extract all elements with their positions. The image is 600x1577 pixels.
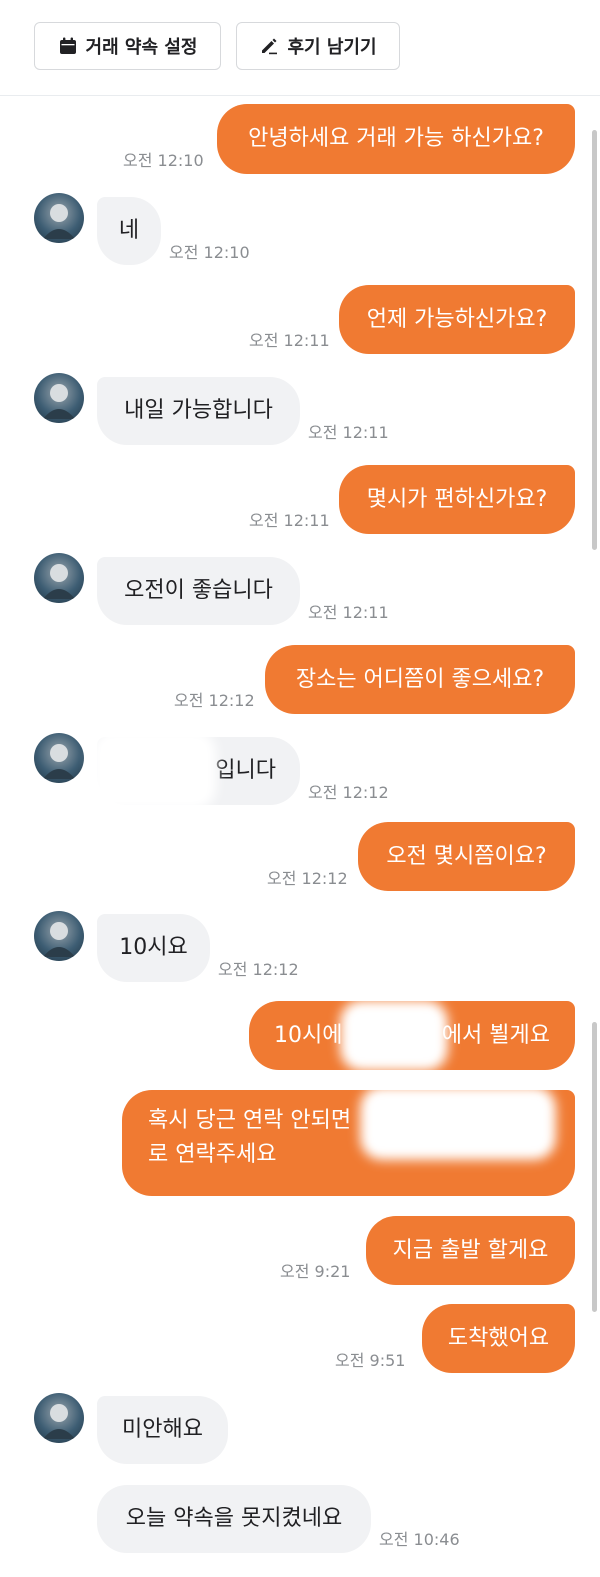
message-time: 오전 9:21 [280,1262,351,1281]
chat-action-bar: 거래 약속 설정 후기 남기기 [0,0,600,96]
incoming-message: 네 [97,197,161,265]
outgoing-message: 언제 가능하신가요? [339,285,575,354]
leave-review-label: 후기 남기기 [287,37,377,58]
redaction-blur [368,1094,548,1152]
incoming-message: 10시요 [97,914,210,982]
message-time: 오전 12:10 [123,151,204,170]
incoming-message: 내일 가능합니다 [97,377,300,445]
message-time: 오전 9:51 [335,1351,406,1370]
calendar-icon [59,37,76,54]
outgoing-message: 오전 몇시쯤이요? [358,822,575,891]
avatar[interactable] [34,1393,84,1443]
incoming-message-text: 입니다 [215,758,276,783]
message-time: 오전 12:11 [249,511,330,530]
message-time: 오전 12:12 [308,783,389,802]
scrollbar[interactable] [592,130,597,550]
incoming-message: 오늘 약속을 못지켰네요 [97,1485,371,1553]
message-time: 오전 12:12 [174,691,255,710]
outgoing-message: 몇시가 편하신가요? [339,465,575,534]
outgoing-message-text: 10시에 [274,1022,343,1048]
outgoing-message: 안녕하세요 거래 가능 하신가요? [217,104,575,174]
outgoing-message: 장소는 어디쯤이 좋으세요? [265,645,575,714]
scrollbar[interactable] [592,1022,597,1312]
message-time: 오전 12:11 [249,331,330,350]
incoming-message: 오전이 좋습니다 [97,557,300,625]
message-time: 오전 10:46 [379,1530,460,1549]
message-time: 오전 12:12 [267,869,348,888]
avatar[interactable] [34,193,84,243]
message-time: 오전 12:11 [308,423,389,442]
message-time: 오전 12:10 [169,243,250,262]
outgoing-message: 지금 출발 할게요 [366,1216,575,1285]
avatar[interactable] [34,911,84,961]
schedule-appointment-label: 거래 약속 설정 [85,37,198,58]
redaction-blur [100,738,208,802]
avatar[interactable] [34,373,84,423]
outgoing-message: 도착했어요 [422,1304,575,1373]
outgoing-message-text: 에서 뵐게요 [441,1022,550,1048]
avatar[interactable] [34,553,84,603]
avatar[interactable] [34,733,84,783]
message-time: 오전 12:12 [218,960,299,979]
incoming-message: 미안해요 [97,1396,228,1464]
schedule-appointment-button[interactable]: 거래 약속 설정 [34,22,221,70]
redaction-blur [348,1008,440,1063]
leave-review-button[interactable]: 후기 남기기 [236,22,400,70]
pencil-icon [262,38,278,55]
message-time: 오전 12:11 [308,603,389,622]
